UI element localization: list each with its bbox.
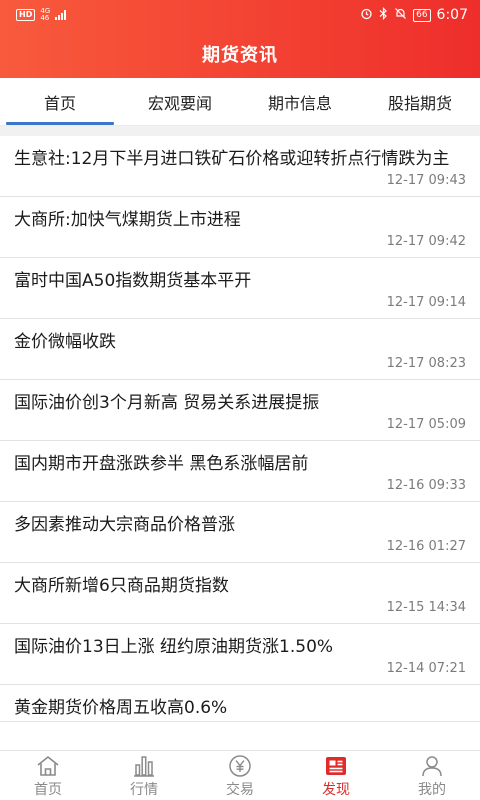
- news-item[interactable]: 多因素推动大宗商品价格普涨 12-16 01:27: [0, 502, 480, 563]
- news-time: 12-17 09:14: [386, 295, 466, 310]
- news-time: 12-17 09:42: [386, 234, 466, 249]
- signal-icon: [55, 10, 67, 20]
- news-item[interactable]: 生意社:12月下半月进口铁矿石价格或迎转折点行情跌为主 12-17 09:43: [0, 136, 480, 197]
- nav-me-label: 我的: [418, 781, 446, 798]
- alarm-icon: [360, 7, 373, 23]
- tab-market-info[interactable]: 期市信息: [240, 78, 360, 125]
- news-title: 大商所:加快气煤期货上市进程: [14, 210, 241, 230]
- news-time: 12-17 05:09: [386, 417, 466, 432]
- news-item[interactable]: 国际油价13日上涨 纽约原油期货涨1.50% 12-14 07:21: [0, 624, 480, 685]
- news-item[interactable]: 国内期市开盘涨跌参半 黑色系涨幅居前 12-16 09:33: [0, 441, 480, 502]
- news-icon: [326, 756, 346, 775]
- nav-trade[interactable]: 交易: [192, 751, 288, 800]
- news-time: 12-16 09:33: [386, 478, 466, 493]
- status-bar: HD 4G 46 66 6:07: [0, 0, 480, 30]
- battery-icon: 66: [413, 8, 431, 22]
- news-title: 国内期市开盘涨跌参半 黑色系涨幅居前: [14, 454, 309, 474]
- nav-discover-label: 发现: [322, 781, 350, 798]
- bluetooth-icon: [379, 7, 388, 23]
- news-time: 12-14 07:21: [386, 661, 466, 676]
- tab-bar: 首页 宏观要闻 期市信息 股指期货: [0, 78, 480, 126]
- nav-me[interactable]: 我的: [384, 751, 480, 800]
- app-header: HD 4G 46 66 6:07 期货资讯: [0, 0, 480, 78]
- news-item[interactable]: 大商所:加快气煤期货上市进程 12-17 09:42: [0, 197, 480, 258]
- news-item[interactable]: 金价微幅收跌 12-17 08:23: [0, 319, 480, 380]
- home-icon: [37, 755, 59, 776]
- news-item[interactable]: 黄金期货价格周五收高0.6%: [0, 685, 480, 722]
- news-item[interactable]: 富时中国A50指数期货基本平开 12-17 09:14: [0, 258, 480, 319]
- news-title: 大商所新增6只商品期货指数: [14, 576, 229, 596]
- news-title: 生意社:12月下半月进口铁矿石价格或迎转折点行情跌为主: [14, 149, 450, 169]
- news-time: 12-15 14:34: [386, 600, 466, 615]
- mute-icon: [394, 7, 407, 23]
- hd-badge: HD: [16, 9, 36, 21]
- news-title: 黄金期货价格周五收高0.6%: [14, 698, 228, 718]
- news-title: 国际油价13日上涨 纽约原油期货涨1.50%: [14, 637, 334, 657]
- page-title: 期货资讯: [202, 45, 278, 66]
- news-title: 富时中国A50指数期货基本平开: [14, 271, 252, 291]
- user-icon: [422, 755, 442, 776]
- news-list[interactable]: 生意社:12月下半月进口铁矿石价格或迎转折点行情跌为主 12-17 09:43 …: [0, 136, 480, 750]
- bottom-nav: 首页 行情 交易 发现 我的: [0, 750, 480, 800]
- news-item[interactable]: 国际油价创3个月新高 贸易关系进展提振 12-17 05:09: [0, 380, 480, 441]
- tab-home[interactable]: 首页: [0, 78, 120, 125]
- news-item[interactable]: 大商所新增6只商品期货指数 12-15 14:34: [0, 563, 480, 624]
- news-time: 12-17 08:23: [386, 356, 466, 371]
- nav-market-label: 行情: [130, 781, 158, 798]
- news-title: 金价微幅收跌: [14, 332, 116, 352]
- news-title: 多因素推动大宗商品价格普涨: [14, 515, 235, 535]
- section-divider: [0, 126, 480, 136]
- network-indicator: 4G 46: [40, 8, 50, 22]
- nav-trade-label: 交易: [226, 781, 254, 798]
- news-title: 国际油价创3个月新高 贸易关系进展提振: [14, 393, 320, 413]
- nav-home-label: 首页: [34, 781, 62, 798]
- status-left: HD 4G 46: [16, 8, 67, 22]
- tab-macro-news[interactable]: 宏观要闻: [120, 78, 240, 125]
- network-type-secondary: 46: [40, 14, 50, 22]
- status-right: 66 6:07: [360, 7, 468, 23]
- chart-icon: [134, 755, 154, 777]
- news-time: 12-17 09:43: [386, 173, 466, 188]
- news-time: 12-16 01:27: [386, 539, 466, 554]
- yuan-icon: [229, 754, 251, 777]
- nav-discover[interactable]: 发现: [288, 751, 384, 800]
- status-time: 6:07: [436, 7, 468, 23]
- nav-home[interactable]: 首页: [0, 751, 96, 800]
- tab-index-futures[interactable]: 股指期货: [360, 78, 480, 125]
- nav-market[interactable]: 行情: [96, 751, 192, 800]
